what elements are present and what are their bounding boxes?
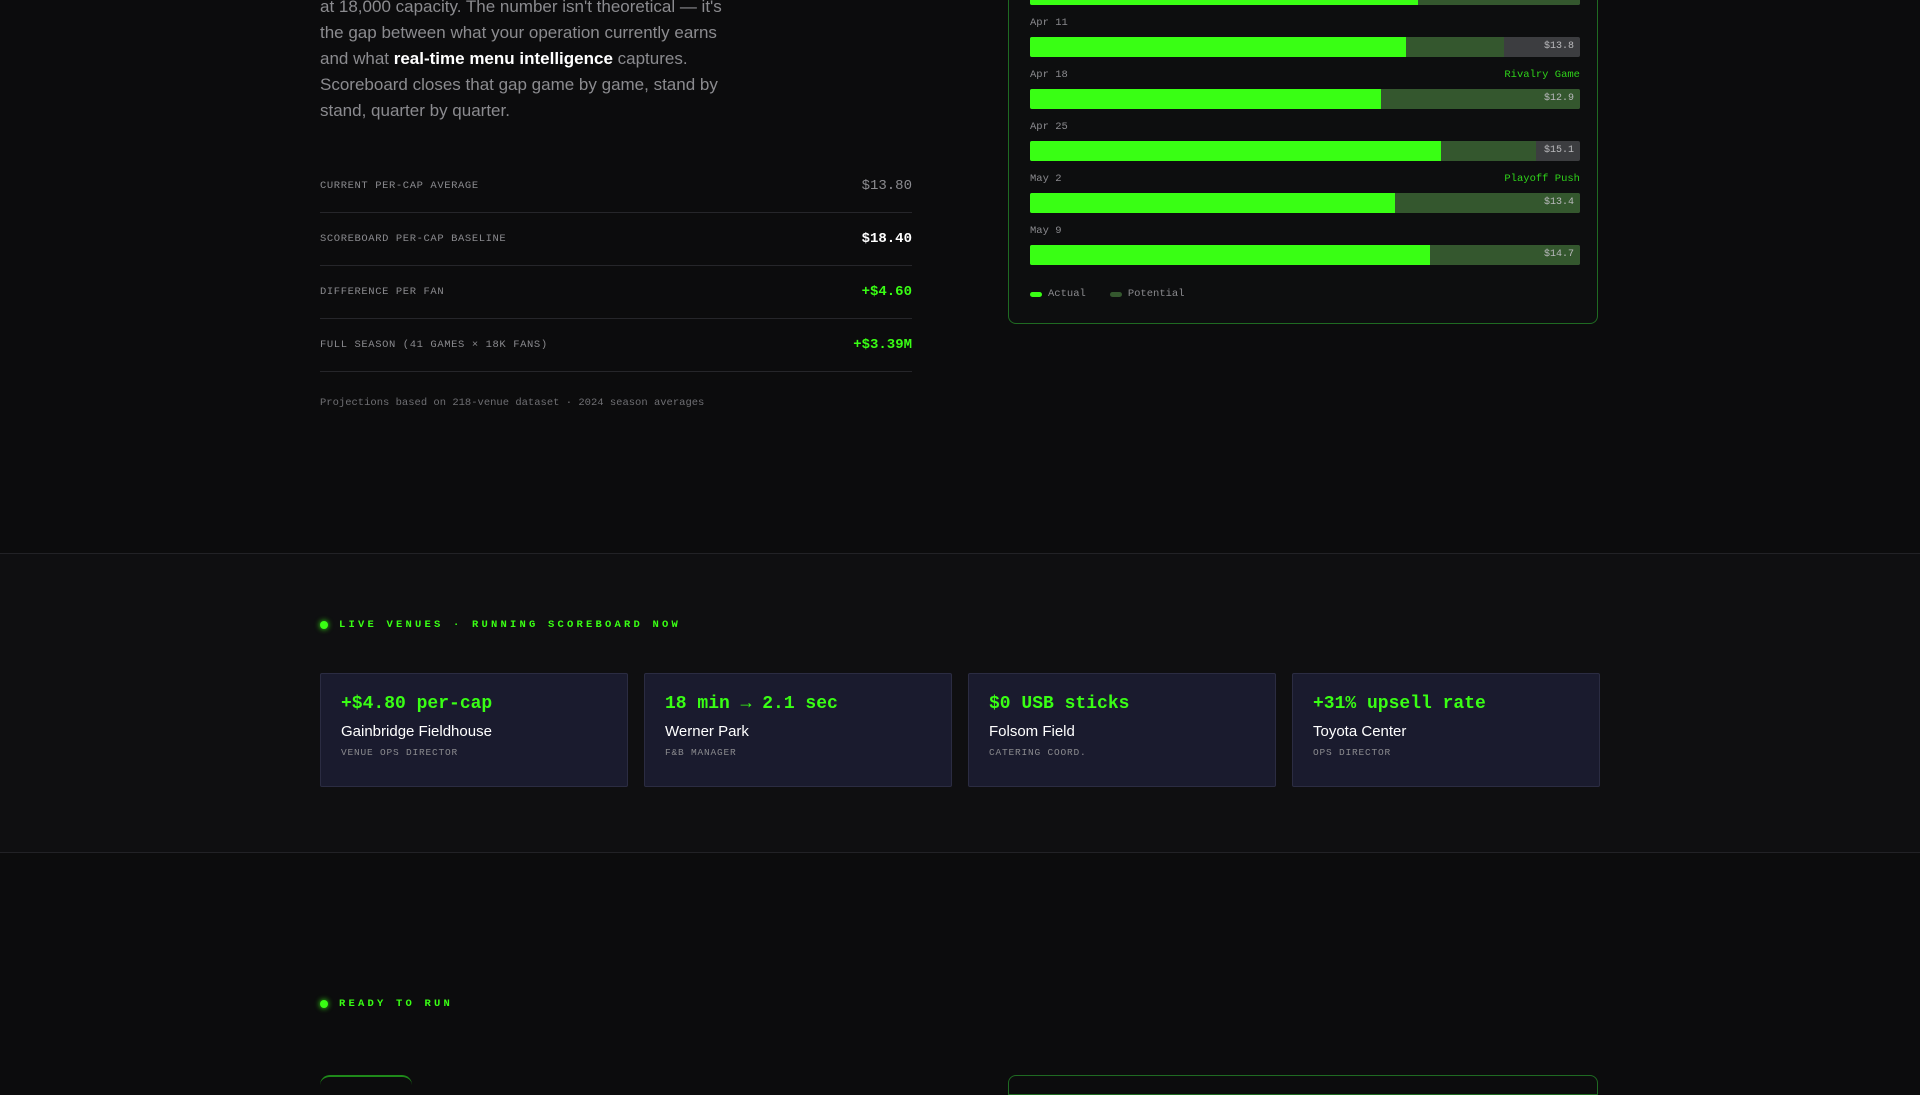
stat-label: DIFFERENCE PER FAN: [320, 286, 445, 298]
bar-track: $13.8: [1030, 37, 1580, 57]
bar-header: Apr 11: [1030, 17, 1580, 31]
per-cap-stats: CURRENT PER-CAP AVERAGE $13.80 SCOREBOAR…: [320, 160, 912, 409]
stat-value: $18.40: [861, 231, 912, 247]
per-cap-chart: $14.2Apr 11$13.8Apr 18Rivalry Game$12.9A…: [1008, 0, 1598, 324]
intro-paragraph: at 18,000 capacity. The number isn't the…: [320, 0, 770, 124]
bar-track: $13.4: [1030, 193, 1580, 213]
venue-role: OPS DIRECTOR: [1313, 747, 1392, 758]
bar-group: May 2 Playoff Push $13.4: [1030, 173, 1580, 213]
venue-name: Folsom Field: [989, 723, 1075, 740]
stat-value: +$3.39M: [853, 337, 912, 353]
venue-name: Werner Park: [665, 723, 749, 740]
venue-card: +31% upsell rate Toyota Center OPS DIREC…: [1292, 673, 1600, 787]
venue-role: F&B MANAGER: [665, 747, 737, 758]
bar-actual: [1030, 37, 1406, 57]
intro-line: stand, quarter by quarter.: [320, 101, 510, 120]
bar-track: $12.9: [1030, 89, 1580, 109]
bar-actual: [1030, 89, 1381, 109]
intro-text: captures.: [612, 49, 688, 68]
legend-swatch-potential: [1109, 291, 1122, 297]
venue-metric: +$4.80 per-cap: [341, 694, 493, 714]
legend-label: Potential: [1127, 288, 1185, 300]
legend-potential: Potential: [1109, 288, 1185, 300]
stat-label: SCOREBOARD PER-CAP BASELINE: [320, 233, 507, 245]
ready-tag: READY TO RUN: [320, 998, 453, 1010]
bar-header: May 9: [1030, 225, 1580, 239]
next-card-edge: [1008, 1075, 1598, 1095]
intro-highlight: real-time menu intelligence: [393, 49, 613, 68]
stat-row-baseline: SCOREBOARD PER-CAP BASELINE $18.40: [320, 213, 912, 266]
bar-group: Apr 25 $15.1: [1030, 121, 1580, 161]
venue-metric: 18 min → 2.1 sec: [665, 694, 838, 714]
cta-button-edge[interactable]: [320, 1075, 412, 1087]
bar-header: May 2 Playoff Push: [1030, 173, 1580, 187]
venue-name: Gainbridge Fieldhouse: [341, 723, 492, 740]
bar-header: Apr 18 Rivalry Game: [1030, 69, 1580, 83]
bar-date-label: May 2: [1030, 173, 1062, 185]
venue-role: CATERING COORD.: [989, 747, 1087, 758]
chart-legend: Actual Potential: [1030, 288, 1185, 300]
stat-row-difference: DIFFERENCE PER FAN +$4.60: [320, 266, 912, 319]
bar-group: Apr 11 $13.8: [1030, 17, 1580, 57]
intro-line: at 18,000 capacity. The number isn't the…: [320, 0, 722, 16]
bar-annotation: Rivalry Game: [1504, 69, 1580, 81]
stat-row-season: FULL SEASON (41 GAMES × 18K FANS) +$3.39…: [320, 319, 912, 372]
ready-label: READY TO RUN: [339, 998, 454, 1010]
bar-annotation: Playoff Push: [1504, 173, 1580, 185]
bar-actual: [1030, 141, 1442, 161]
intro-line: the gap between what your operation curr…: [320, 23, 717, 42]
venue-card: 18 min → 2.1 sec Werner Park F&B MANAGER: [644, 673, 952, 787]
bar-date-label: Apr 11: [1030, 17, 1068, 29]
intro-line: Scoreboard closes that gap game by game,…: [320, 75, 718, 94]
stat-row-current: CURRENT PER-CAP AVERAGE $13.80: [320, 160, 912, 213]
bar-track: $14.2: [1030, 0, 1580, 5]
bar-actual: [1030, 0, 1418, 5]
ready-dot-icon: [320, 1000, 328, 1008]
intro-line: and what real-time menu intelligence cap…: [320, 46, 770, 72]
bar-group: Apr 18 Rivalry Game $12.9: [1030, 69, 1580, 109]
venue-card: +$4.80 per-cap Gainbridge Fieldhouse VEN…: [320, 673, 628, 787]
bar-value-label: $15.1: [1543, 145, 1574, 156]
bar-actual: [1030, 193, 1395, 213]
legend-label: Actual: [1048, 288, 1086, 300]
bar-track: $14.7: [1030, 245, 1580, 265]
bar-value-label: $12.9: [1543, 93, 1574, 104]
venue-name: Toyota Center: [1313, 723, 1407, 740]
bar-date-label: Apr 18: [1030, 69, 1068, 81]
bar-value-label: $13.8: [1543, 41, 1574, 52]
bar-date-label: Apr 25: [1030, 121, 1068, 133]
stat-value: +$4.60: [861, 284, 912, 300]
live-venues-label: LIVE VENUES · RUNNING SCOREBOARD NOW: [339, 619, 682, 631]
live-dot-icon: [320, 621, 328, 629]
venue-metric: $0 USB sticks: [989, 694, 1130, 714]
legend-swatch-actual: [1030, 291, 1042, 297]
bar-actual: [1030, 245, 1430, 265]
venue-metric: +31% upsell rate: [1313, 694, 1486, 714]
bar-group: $14.2: [1030, 0, 1580, 5]
intro-text: and what: [320, 49, 394, 68]
bar-value-label: $13.4: [1543, 197, 1574, 208]
stat-label: FULL SEASON (41 GAMES × 18K FANS): [320, 339, 548, 351]
bar-date-label: May 9: [1030, 225, 1062, 237]
venue-role: VENUE OPS DIRECTOR: [341, 747, 459, 758]
bar-value-label: $14.7: [1543, 249, 1574, 260]
live-venues-tag: LIVE VENUES · RUNNING SCOREBOARD NOW: [320, 619, 681, 631]
bar-header: Apr 25: [1030, 121, 1580, 135]
bar-group: May 9 $14.7: [1030, 225, 1580, 265]
venue-card: $0 USB sticks Folsom Field CATERING COOR…: [968, 673, 1276, 787]
projection-note: Projections based on 218-venue dataset ·…: [320, 397, 705, 409]
bar-track: $15.1: [1030, 141, 1580, 161]
stat-value: $13.80: [861, 178, 912, 194]
legend-actual: Actual: [1030, 288, 1086, 300]
stat-label: CURRENT PER-CAP AVERAGE: [320, 180, 479, 192]
venue-cards: +$4.80 per-cap Gainbridge Fieldhouse VEN…: [320, 673, 1600, 787]
